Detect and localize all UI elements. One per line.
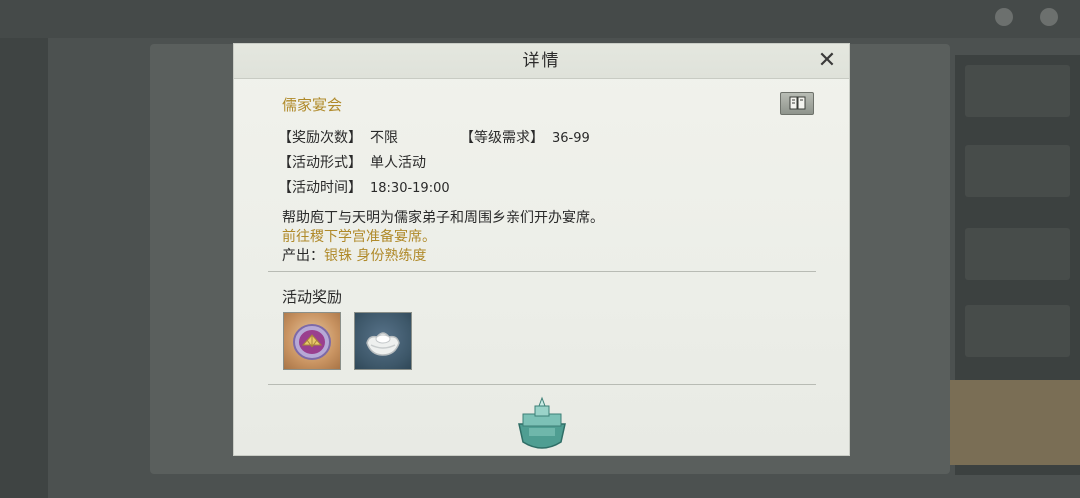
detail-dialog: 详情 ✕ 儒家宴会 【奖励次数】 不限 【等级需求】 36-99 【活动形式】 单人活… — [233, 43, 850, 456]
background-slot — [965, 65, 1070, 117]
activity-time-label: 【活动时间】 — [278, 180, 362, 196]
background-slot — [965, 228, 1070, 280]
background-slot — [965, 145, 1070, 197]
dialog-titlebar: 详情 ✕ — [234, 44, 849, 79]
activity-time-value: 18:30-19:00 — [370, 181, 450, 196]
output-row: 产出：银铢 身份熟练度 — [282, 245, 426, 265]
book-icon — [789, 96, 806, 110]
go-to-activity-button[interactable] — [513, 394, 571, 452]
background-slot — [965, 305, 1070, 357]
level-requirement-label: 【等级需求】 — [460, 130, 544, 146]
reward-item-fan-token[interactable] — [283, 312, 341, 370]
activity-time-row: 【活动时间】 18:30-19:00 — [278, 177, 450, 197]
carriage-icon — [518, 396, 566, 449]
level-requirement-row: 【等级需求】 36-99 — [460, 127, 590, 147]
activity-form-label: 【活动形式】 — [278, 155, 362, 171]
activity-name: 儒家宴会 — [282, 96, 343, 114]
level-requirement-value: 36-99 — [552, 131, 590, 146]
background-gold-tile — [950, 380, 1080, 465]
rewards-section-title: 活动奖励 — [282, 288, 343, 306]
dialog-title: 详情 — [522, 51, 561, 71]
reward-item-silver-ingot[interactable] — [354, 312, 412, 370]
silver-ingot-icon — [366, 332, 400, 356]
background-icon — [995, 8, 1013, 26]
activity-form-value: 单人活动 — [370, 155, 426, 171]
fan-token-icon — [293, 324, 331, 360]
activity-description: 帮助庖丁与天明为儒家弟子和周围乡亲们开办宴席。 — [282, 210, 604, 226]
divider — [268, 384, 816, 385]
output-label: 产出： — [282, 248, 324, 264]
activity-form-row: 【活动形式】 单人活动 — [278, 152, 426, 172]
background-side-strip — [0, 0, 48, 498]
reward-count-value: 不限 — [370, 130, 398, 146]
reward-count-row: 【奖励次数】 不限 — [278, 127, 398, 147]
background-icon — [1040, 8, 1058, 26]
background-top-bar — [0, 0, 1080, 38]
divider — [268, 271, 816, 272]
close-icon[interactable]: ✕ — [815, 50, 839, 72]
reward-count-label: 【奖励次数】 — [278, 130, 362, 146]
output-value: 银铢 身份熟练度 — [324, 248, 427, 264]
guide-book-button[interactable] — [780, 92, 814, 115]
activity-hint-link[interactable]: 前往稷下学宫准备宴席。 — [282, 226, 436, 246]
